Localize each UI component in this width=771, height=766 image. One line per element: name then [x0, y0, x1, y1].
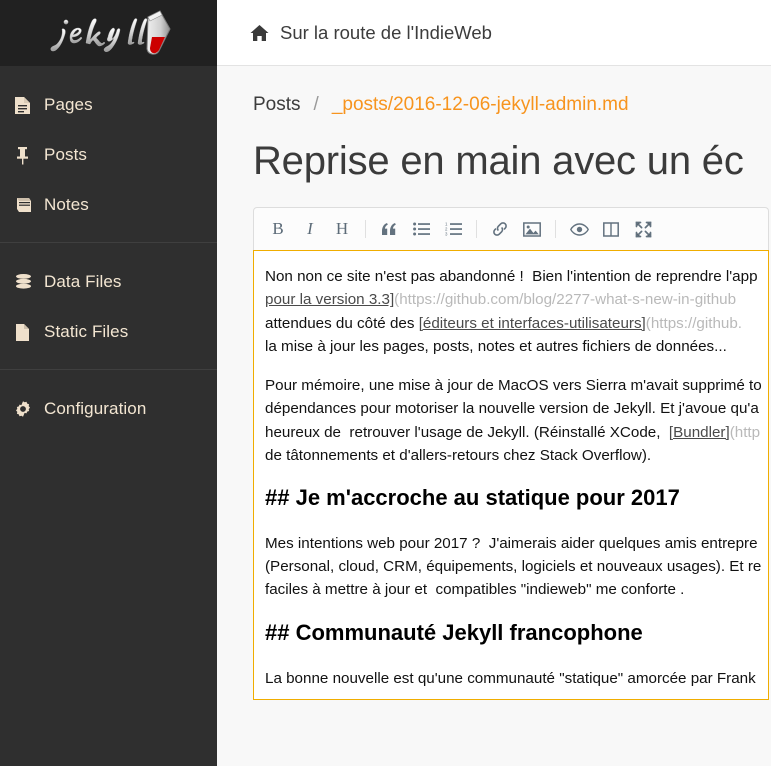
- link-button[interactable]: [485, 214, 515, 244]
- markdown-editor: BIH 123 Non non ce site n'est pas abandon…: [253, 207, 769, 701]
- side-by-side-button[interactable]: [596, 214, 626, 244]
- editor-line: La bonne nouvelle est qu'une communauté …: [265, 670, 756, 687]
- database-icon: [14, 273, 44, 291]
- markdown-url: (https://github.com/blog/2277-what-s-new…: [394, 291, 737, 309]
- sidebar-item-label: Static Files: [44, 322, 129, 341]
- book-icon: [14, 196, 44, 214]
- sidebar: Pages Posts Notes Data Files Static File…: [0, 0, 217, 766]
- link-icon: [493, 222, 507, 237]
- editor-line: de tâtonnements et d'allers-retours chez…: [265, 447, 651, 464]
- editor-line: Pour mémoire, une mise à jour de MacOS v…: [265, 377, 762, 394]
- content-pane: Posts / _posts/2016-12-06-jekyll-admin.m…: [217, 66, 771, 766]
- toolbar-separator: [365, 220, 366, 239]
- page-title: Reprise en main avec un éc: [253, 139, 744, 183]
- bold-button[interactable]: B: [263, 214, 293, 244]
- markdown-text: (Personal, cloud, CRM, équipements, logi…: [265, 558, 762, 576]
- preview-button[interactable]: [564, 214, 594, 244]
- columns-icon: [603, 221, 619, 237]
- heading-button[interactable]: H: [327, 214, 357, 244]
- markdown-link-text: [éditeurs et interfaces-utilisateurs]: [418, 314, 646, 332]
- sidebar-brand[interactable]: [0, 0, 217, 66]
- sidebar-nav: Pages Posts Notes Data Files Static File…: [0, 66, 217, 446]
- fullscreen-button[interactable]: [628, 214, 658, 244]
- editor-textarea[interactable]: Non non ce site n'est pas abandonné ! Bi…: [253, 250, 769, 701]
- sidebar-group-files: Data Files Static Files: [0, 242, 217, 369]
- thumbtack-icon: [14, 146, 44, 165]
- sidebar-item-static-files[interactable]: Static Files: [0, 307, 217, 357]
- jekyll-logo: [44, 7, 174, 59]
- arrows-alt-icon: [635, 221, 651, 238]
- editor-toolbar: BIH 123: [253, 207, 769, 251]
- markdown-link-text: [Bundler]: [668, 423, 730, 441]
- editor-heading-line: ## Je m'accroche au statique pour 2017: [265, 485, 680, 511]
- markdown-link-text: pour la version 3.3]: [265, 291, 395, 309]
- markdown-text: heureux de retrouver l'usage de Jekyll. …: [265, 423, 669, 441]
- breadcrumb-current-file[interactable]: _posts/2016-12-06-jekyll-admin.md: [332, 94, 629, 116]
- editor-line: heureux de retrouver l'usage de Jekyll. …: [265, 424, 760, 441]
- editor-paragraph: La bonne nouvelle est qu'une communauté …: [265, 667, 768, 690]
- sidebar-item-notes[interactable]: Notes: [0, 180, 217, 230]
- sidebar-item-label: Data Files: [44, 272, 122, 291]
- svg-text:3: 3: [445, 232, 448, 236]
- editor-line: la mise à jour les pages, posts, notes e…: [265, 338, 727, 355]
- sidebar-group-content: Pages Posts Notes: [0, 66, 217, 242]
- editor-line: pour la version 3.3](https://github.com/…: [265, 291, 736, 308]
- markdown-text: de tâtonnements et d'allers-retours chez…: [265, 446, 652, 464]
- sidebar-group-settings: Configuration: [0, 369, 217, 446]
- markdown-url: (https://github.: [645, 314, 743, 332]
- editor-line: Mes intentions web pour 2017 ? J'aimerai…: [265, 535, 758, 552]
- site-title: Sur la route de l'IndieWeb: [280, 21, 492, 43]
- editor-line: attendues du côté des [éditeurs et inter…: [265, 315, 742, 332]
- markdown-text: dépendances pour motoriser la nouvelle v…: [265, 400, 759, 418]
- list-ul-icon: [412, 222, 430, 236]
- jekyll-admin-app: Pages Posts Notes Data Files Static File…: [0, 0, 771, 766]
- markdown-text: Mes intentions web pour 2017 ? J'aimerai…: [265, 534, 758, 552]
- markdown-text: Non non ce site n'est pas abandonné ! Bi…: [265, 268, 758, 286]
- sidebar-item-label: Notes: [44, 195, 89, 214]
- markdown-text: attendues du côté des: [265, 314, 419, 332]
- editor-paragraph: Mes intentions web pour 2017 ? J'aimerai…: [265, 532, 768, 602]
- markdown-text: Pour mémoire, une mise à jour de MacOS v…: [265, 377, 762, 395]
- breadcrumb: Posts / _posts/2016-12-06-jekyll-admin.m…: [253, 94, 771, 116]
- markdown-text: faciles à mettre à jour et compatibles "…: [265, 581, 685, 599]
- italic-button[interactable]: I: [295, 214, 325, 244]
- sidebar-item-label: Posts: [44, 145, 88, 164]
- quote-button[interactable]: [374, 214, 404, 244]
- test-tube-icon: [145, 10, 171, 55]
- sidebar-item-label: Configuration: [44, 399, 147, 418]
- sidebar-item-label: Pages: [44, 95, 93, 114]
- editor-line: faciles à mettre à jour et compatibles "…: [265, 581, 684, 598]
- editor-paragraph: Pour mémoire, une mise à jour de MacOS v…: [265, 374, 768, 467]
- image-icon: [523, 221, 541, 237]
- editor-line: dépendances pour motoriser la nouvelle v…: [265, 400, 759, 417]
- quote-icon: [382, 223, 396, 236]
- sidebar-item-data-files[interactable]: Data Files: [0, 257, 217, 307]
- unordered-list-button[interactable]: [406, 214, 436, 244]
- gear-icon: [14, 400, 44, 418]
- editor-paragraph: Non non ce site n'est pas abandonné ! Bi…: [265, 265, 768, 358]
- image-button[interactable]: [517, 214, 547, 244]
- sidebar-item-pages[interactable]: Pages: [0, 80, 217, 130]
- toolbar-separator: [476, 220, 477, 239]
- home-icon[interactable]: [250, 24, 269, 42]
- markdown-url: (http: [729, 423, 761, 441]
- sidebar-item-posts[interactable]: Posts: [0, 130, 217, 180]
- breadcrumb-separator: /: [313, 94, 319, 115]
- file-lines-icon: [14, 96, 44, 115]
- file-icon: [14, 323, 44, 342]
- main-area: Sur la route de l'IndieWeb Posts / _post…: [217, 0, 771, 766]
- sidebar-item-configuration[interactable]: Configuration: [0, 384, 217, 434]
- markdown-text: La bonne nouvelle est qu'une communauté …: [265, 669, 756, 687]
- breadcrumb-root-link[interactable]: Posts: [253, 94, 301, 116]
- eye-icon: [569, 222, 589, 236]
- editor-heading-line: ## Communauté Jekyll francophone: [265, 619, 643, 645]
- ordered-list-button[interactable]: 123: [438, 214, 468, 244]
- topbar: Sur la route de l'IndieWeb: [217, 0, 771, 66]
- list-ol-icon: 123: [445, 222, 462, 236]
- markdown-text: la mise à jour les pages, posts, notes e…: [265, 337, 727, 355]
- editor-line: (Personal, cloud, CRM, équipements, logi…: [265, 558, 761, 575]
- editor-line: Non non ce site n'est pas abandonné ! Bi…: [265, 268, 758, 285]
- toolbar-separator: [555, 220, 556, 239]
